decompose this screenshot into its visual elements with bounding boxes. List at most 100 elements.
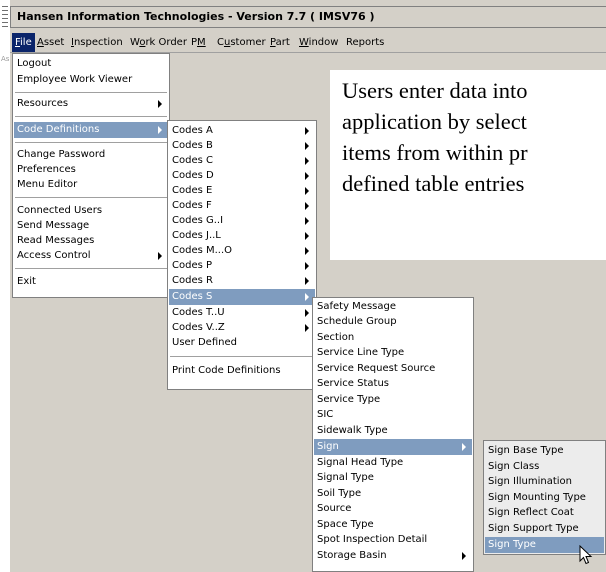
menu-item-label: Preferences	[17, 164, 76, 175]
submenu-arrow-icon	[305, 157, 309, 165]
menu-item-codes-p[interactable]: Codes P	[169, 258, 315, 274]
menu-separator	[170, 356, 314, 357]
menu-item-spot-inspection-detail[interactable]: Spot Inspection Detail	[314, 532, 472, 548]
left-edge-strip	[0, 0, 10, 572]
menu-item-resources[interactable]: Resources	[14, 96, 168, 112]
menu-item-codes-s[interactable]: Codes S	[169, 289, 315, 305]
menu-part[interactable]: Part	[267, 33, 293, 52]
menu-item-code-definitions[interactable]: Code Definitions	[14, 122, 168, 138]
menu-item-connected-users[interactable]: Connected Users	[14, 203, 168, 219]
menu-pm[interactable]: PM	[188, 33, 209, 52]
submenu-arrow-icon	[305, 324, 309, 332]
menu-item-codes-v-z[interactable]: Codes V..Z	[169, 320, 315, 336]
note-line: defined table entries	[342, 171, 525, 196]
menu-item-label: Codes P	[172, 260, 213, 271]
menu-item-signal-type[interactable]: Signal Type	[314, 470, 472, 486]
sign-menu: Sign Base Type Sign Class Sign Illuminat…	[483, 440, 606, 555]
menu-item-label: Codes C	[172, 155, 213, 166]
menu-item-codes-r[interactable]: Codes R	[169, 273, 315, 289]
submenu-arrow-icon	[305, 247, 309, 255]
menu-item-label: Sidewalk Type	[317, 425, 388, 436]
menu-item-sign-support-type[interactable]: Sign Support Type	[485, 521, 604, 537]
menu-item-codes-f[interactable]: Codes F	[169, 198, 315, 214]
menu-item-label: Codes V..Z	[172, 322, 225, 333]
menu-asset[interactable]: Asset	[34, 33, 67, 52]
menu-item-logout[interactable]: Logout	[14, 56, 168, 72]
menu-item-codes-e[interactable]: Codes E	[169, 183, 315, 199]
menu-item-service-type[interactable]: Service Type	[314, 392, 472, 408]
title-bar[interactable]: Hansen Information Technologies - Versio…	[10, 6, 606, 28]
menu-item-preferences[interactable]: Preferences	[14, 162, 168, 178]
menu-item-codes-b[interactable]: Codes B	[169, 138, 315, 154]
menu-item-print-code-definitions[interactable]: Print Code Definitions	[169, 363, 315, 379]
menu-item-sign-illumination[interactable]: Sign Illumination	[485, 474, 604, 490]
menu-item-label: Connected Users	[17, 205, 103, 216]
menu-item-label: Sign Type	[488, 539, 536, 550]
menu-item-service-line-type[interactable]: Service Line Type	[314, 345, 472, 361]
menu-item-sign-reflect-coat[interactable]: Sign Reflect Coat	[485, 505, 604, 521]
note-line: application by select	[342, 109, 527, 134]
menu-item-service-request-source[interactable]: Service Request Source	[314, 361, 472, 377]
menu-item-codes-a[interactable]: Codes A	[169, 123, 315, 139]
note-line: Users enter data into	[342, 78, 528, 103]
menu-item-label: Codes B	[172, 140, 213, 151]
menu-item-codes-t-u[interactable]: Codes T..U	[169, 305, 315, 321]
menu-inspection[interactable]: Inspection	[68, 33, 126, 52]
menu-work-order[interactable]: Work Order	[127, 33, 190, 52]
menu-item-employee-work-viewer[interactable]: Employee Work Viewer	[14, 72, 168, 88]
edge-tick	[2, 6, 8, 7]
menu-item-codes-c[interactable]: Codes C	[169, 153, 315, 169]
menu-item-label: User Defined	[172, 337, 237, 348]
menu-item-user-defined[interactable]: User Defined	[169, 335, 315, 351]
menu-item-label: Codes E	[172, 185, 213, 196]
menu-item-label: Signal Type	[317, 472, 374, 483]
menu-item-codes-j-l[interactable]: Codes J..L	[169, 228, 315, 244]
menu-bar: File Asset Inspection Work Order PM Cust…	[10, 33, 606, 53]
submenu-arrow-icon	[158, 100, 162, 108]
file-menu: Logout Employee Work Viewer Resources Co…	[12, 53, 170, 298]
menu-item-label: Menu Editor	[17, 179, 78, 190]
menu-item-change-password[interactable]: Change Password	[14, 147, 168, 163]
menu-item-schedule-group[interactable]: Schedule Group	[314, 314, 472, 330]
menu-item-menu-editor[interactable]: Menu Editor	[14, 177, 168, 193]
submenu-arrow-icon	[305, 187, 309, 195]
menu-item-soil-type[interactable]: Soil Type	[314, 486, 472, 502]
menu-item-sic[interactable]: SIC	[314, 407, 472, 423]
menu-item-sign-class[interactable]: Sign Class	[485, 459, 604, 475]
menu-item-sidewalk-type[interactable]: Sidewalk Type	[314, 423, 472, 439]
edge-tick	[2, 18, 8, 19]
annotation-note: Users enter data into application by sel…	[330, 70, 606, 260]
window-title: Hansen Information Technologies - Versio…	[17, 10, 375, 23]
menu-customer[interactable]: Customer	[214, 33, 269, 52]
menu-item-read-messages[interactable]: Read Messages	[14, 233, 168, 249]
menu-item-sign-mounting-type[interactable]: Sign Mounting Type	[485, 490, 604, 506]
menu-item-codes-d[interactable]: Codes D	[169, 168, 315, 184]
menu-item-send-message[interactable]: Send Message	[14, 218, 168, 234]
menu-item-space-type[interactable]: Space Type	[314, 517, 472, 533]
menu-item-safety-message[interactable]: Safety Message	[314, 299, 472, 315]
submenu-arrow-icon	[462, 443, 466, 451]
menu-item-signal-head-type[interactable]: Signal Head Type	[314, 455, 472, 471]
menu-item-label: Section	[317, 332, 355, 343]
menu-item-storage-basin[interactable]: Storage Basin	[314, 548, 472, 564]
menu-item-label: Codes F	[172, 200, 212, 211]
menu-separator	[15, 268, 167, 269]
menu-separator	[15, 92, 167, 93]
menu-item-label: Codes D	[172, 170, 214, 181]
menu-item-label: Sign Class	[488, 461, 540, 472]
menu-item-section[interactable]: Section	[314, 330, 472, 346]
menu-item-access-control[interactable]: Access Control	[14, 248, 168, 264]
menu-item-sign[interactable]: Sign	[314, 439, 472, 455]
menu-window[interactable]: Window	[296, 33, 341, 52]
menu-item-label: Sign Support Type	[488, 523, 579, 534]
menu-item-codes-g-i[interactable]: Codes G..I	[169, 213, 315, 229]
menu-file[interactable]: File	[12, 33, 35, 52]
menu-item-label: Access Control	[17, 250, 91, 261]
menu-item-sign-base-type[interactable]: Sign Base Type	[485, 443, 604, 459]
menu-item-service-status[interactable]: Service Status	[314, 376, 472, 392]
menu-item-codes-m-o[interactable]: Codes M...O	[169, 243, 315, 259]
menu-reports[interactable]: Reports	[343, 33, 387, 52]
menu-item-label: Sign Reflect Coat	[488, 507, 574, 518]
menu-item-exit[interactable]: Exit	[14, 274, 168, 290]
menu-item-source[interactable]: Source	[314, 501, 472, 517]
